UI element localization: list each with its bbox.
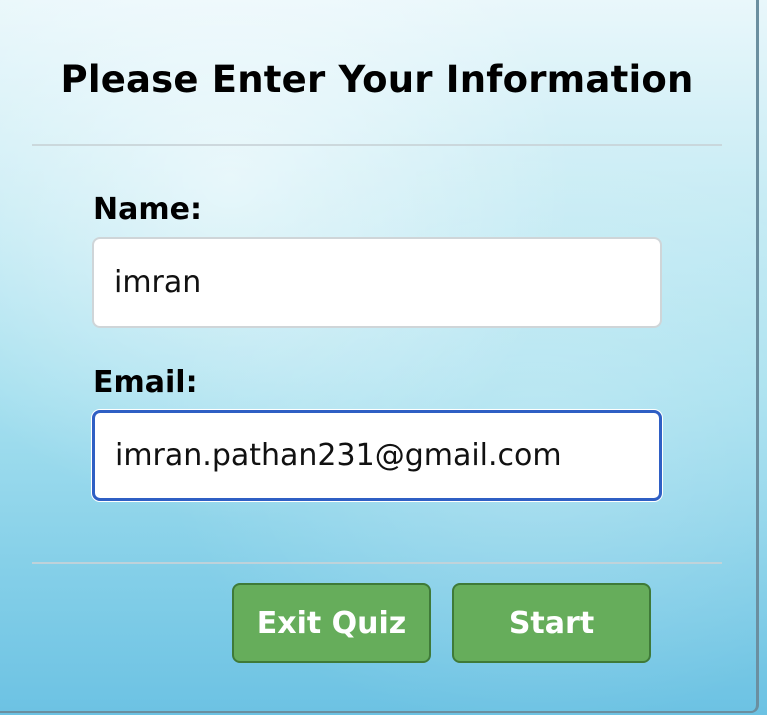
info-dialog: Please Enter Your Information Name: Emai… bbox=[0, 0, 759, 713]
name-label: Name: bbox=[93, 192, 202, 227]
dialog-title: Please Enter Your Information bbox=[60, 58, 694, 101]
footer-divider bbox=[32, 562, 722, 564]
email-label: Email: bbox=[93, 365, 198, 400]
name-input[interactable] bbox=[92, 237, 662, 328]
start-button[interactable]: Start bbox=[452, 583, 651, 663]
email-input[interactable] bbox=[92, 410, 662, 501]
page-background: Please Enter Your Information Name: Emai… bbox=[0, 0, 767, 715]
header-divider bbox=[32, 144, 722, 146]
exit-quiz-button[interactable]: Exit Quiz bbox=[232, 583, 431, 663]
